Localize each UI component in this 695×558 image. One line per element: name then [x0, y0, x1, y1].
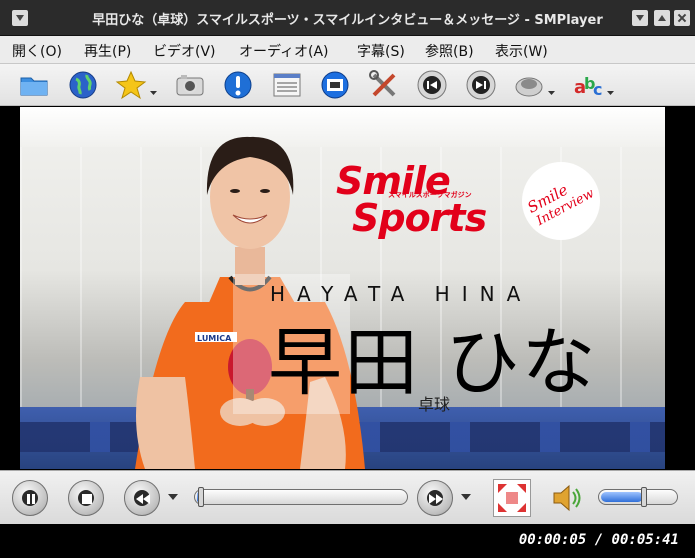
rewind-dropdown-icon[interactable] — [168, 494, 178, 500]
audio-dropdown-icon[interactable] — [548, 91, 555, 95]
rewind-icon — [125, 481, 161, 517]
stop-button[interactable] — [68, 480, 104, 516]
toolbar: abc — [0, 64, 695, 106]
rewind-button[interactable] — [124, 480, 160, 516]
volume-slider-fill — [601, 492, 643, 502]
forward-dropdown-icon[interactable] — [461, 494, 471, 500]
favorites-star-icon[interactable] — [113, 67, 157, 103]
previous-icon[interactable] — [414, 67, 450, 103]
menu-open[interactable]: 開く(O) — [12, 41, 62, 61]
audio-icon[interactable] — [511, 67, 555, 103]
video-settings-icon[interactable] — [317, 67, 353, 103]
stop-icon — [69, 481, 105, 517]
svg-text:LUMICA: LUMICA — [197, 334, 232, 343]
menu-play[interactable]: 再生(P) — [84, 41, 131, 61]
control-bar — [0, 470, 695, 524]
seek-bar[interactable] — [194, 487, 408, 507]
sport-label: 卓球 — [418, 395, 451, 414]
menu-bar: 開く(O) 再生(P) ビデオ(V) オーディオ(A) 字幕(S) 参照(B) … — [0, 36, 695, 64]
pause-icon — [13, 481, 49, 517]
info-icon[interactable] — [220, 67, 256, 103]
forward-icon — [418, 481, 454, 517]
menu-subtitles[interactable]: 字幕(S) — [357, 41, 405, 61]
menu-video[interactable]: ビデオ(V) — [153, 41, 216, 61]
subtitles-dropdown-icon[interactable] — [607, 91, 614, 95]
svg-text:c: c — [593, 80, 602, 99]
menu-audio[interactable]: オーディオ(A) — [239, 41, 329, 61]
volume-slider-handle[interactable] — [641, 487, 647, 507]
fullscreen-button[interactable] — [493, 479, 531, 517]
next-icon[interactable] — [463, 67, 499, 103]
volume-slider[interactable] — [598, 487, 678, 507]
menu-view[interactable]: 表示(W) — [495, 41, 548, 61]
tools-icon[interactable] — [366, 67, 402, 103]
favorites-dropdown-icon[interactable] — [150, 91, 157, 95]
minimize-button[interactable] — [632, 10, 648, 26]
mute-button[interactable] — [548, 480, 584, 516]
pause-button[interactable] — [12, 480, 48, 516]
status-bar: 00:00:05 / 00:05:41 — [0, 524, 695, 558]
fullscreen-icon — [498, 484, 526, 512]
forward-button[interactable] — [417, 480, 453, 516]
maximize-button[interactable] — [654, 10, 670, 26]
screenshot-camera-icon[interactable] — [172, 67, 208, 103]
video-area[interactable]: LUMICA Smile スマイルスポーツマガジン Sports Smile I… — [20, 107, 665, 469]
subtitles-icon[interactable]: abc — [570, 67, 614, 103]
speaker-icon — [553, 484, 581, 512]
brand-sports-logo: Sports — [352, 196, 487, 240]
window-title: 早田ひな（卓球）スマイルスポーツ・スマイルインタビュー＆メッセージ - SMPl… — [92, 13, 603, 28]
time-display: 00:00:05 / 00:05:41 — [518, 532, 679, 548]
seek-bar-handle[interactable] — [198, 487, 204, 507]
playlist-icon[interactable] — [269, 67, 305, 103]
folder-icon[interactable] — [16, 67, 52, 103]
close-button[interactable] — [674, 10, 690, 26]
globe-icon[interactable] — [65, 67, 101, 103]
title-bar: 早田ひな（卓球）スマイルスポーツ・スマイルインタビュー＆メッセージ - SMPl… — [0, 0, 695, 36]
menu-browse[interactable]: 参照(B) — [425, 41, 474, 61]
